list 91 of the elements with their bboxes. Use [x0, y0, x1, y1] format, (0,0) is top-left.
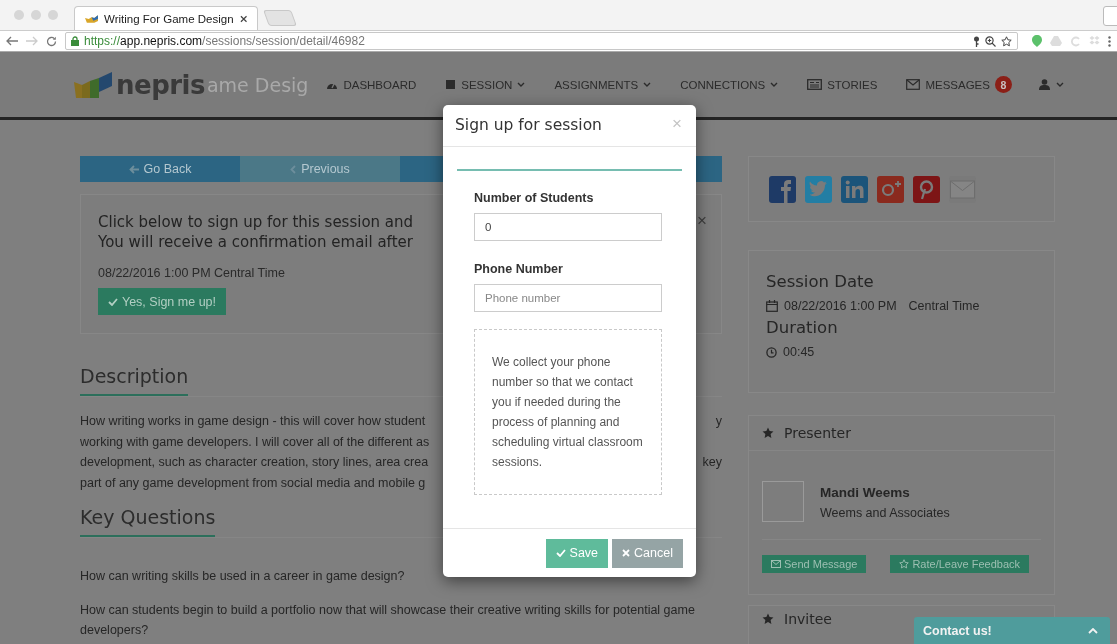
calendar-icon — [766, 300, 778, 312]
save-button[interactable]: Save — [545, 538, 609, 568]
alert-text: Click below to sign up for this session and — [98, 212, 414, 232]
avatar-placeholder — [762, 481, 804, 522]
check-icon — [107, 297, 118, 306]
card-heading: Presenter — [784, 425, 851, 441]
extension-icon[interactable] — [1032, 35, 1042, 47]
presenter-name: Mandi Weems — [820, 485, 911, 500]
arrow-left-icon — [128, 164, 139, 174]
chevron-left-icon — [290, 164, 297, 174]
cancel-button[interactable]: Cancel — [612, 538, 683, 568]
newspaper-icon — [807, 79, 823, 90]
url-text: https://app.nepris.com/sessions/session/detail/46982 — [84, 34, 366, 48]
book-icon — [445, 79, 457, 90]
field-label: Phone Number — [474, 262, 564, 276]
profile-button[interactable] — [1103, 6, 1117, 26]
presenter-organization: Weems and Associates — [820, 506, 950, 520]
close-icon — [622, 549, 631, 557]
browser-tab[interactable]: Writing For Game Design — [74, 6, 258, 30]
check-icon — [555, 549, 566, 557]
back-button[interactable]: Go Back — [80, 156, 240, 182]
input-field[interactable]: Phone number — [474, 284, 662, 312]
duration-text: 00:45 — [783, 345, 815, 359]
section-heading: Description — [80, 364, 189, 396]
date-heading: Session Date — [766, 271, 875, 293]
tab-title: Writing For Game Design — [104, 12, 234, 25]
logo-text[interactable]: nepris — [116, 69, 205, 100]
facebook-icon[interactable] — [769, 175, 796, 203]
description-text: y — [715, 413, 722, 430]
question-text: How can students begin to build a portfolio now that will showcase their creative writing skills for potential game developers? — [80, 602, 696, 639]
star-icon[interactable] — [1001, 35, 1012, 47]
star-icon — [899, 559, 910, 569]
phone-notice: We collect your phone number so that we contact you if needed during the process of planning and scheduling virtual classroom sessions. — [474, 329, 662, 495]
count-badge: 8 — [994, 76, 1012, 93]
field-label: Number of Students — [474, 191, 595, 205]
card-heading: Invitee — [784, 611, 832, 627]
section-heading: Key Questions — [80, 505, 216, 537]
nav-item[interactable]: ASSIGNMENTS — [554, 78, 652, 91]
star-icon — [762, 427, 774, 439]
nav-item[interactable]: CONNECTIONS — [680, 78, 779, 91]
description-text: part of any game development from social media and mobile g — [80, 474, 426, 492]
contact-tab[interactable]: Contact us! — [914, 617, 1110, 644]
alert-text: You will receive a confirmation email after — [98, 232, 413, 252]
menu-icon[interactable] — [1108, 35, 1111, 47]
feedback-button[interactable]: Rate/Leave Feedback — [890, 555, 1030, 573]
close-icon[interactable] — [239, 14, 247, 23]
user-icon — [1038, 79, 1050, 90]
favicon-icon — [85, 14, 99, 23]
key-icon[interactable] — [973, 35, 980, 47]
window-close-button[interactable] — [14, 10, 24, 20]
window-minimize-button[interactable] — [31, 10, 41, 20]
caret-icon — [1055, 82, 1064, 87]
new-tab-button[interactable] — [263, 10, 297, 26]
date-text: 08/22/2016 1:00 PM — [784, 299, 897, 313]
description-text: How writing works in game design - this will cover how student — [80, 413, 426, 430]
twitter-icon[interactable] — [805, 175, 832, 203]
forward-icon[interactable] — [26, 36, 38, 46]
user-menu[interactable] — [1038, 79, 1064, 90]
envelope-icon — [906, 79, 921, 90]
input-field[interactable]: 0 — [474, 213, 662, 241]
lock-icon — [71, 36, 79, 46]
send-message-button[interactable]: Send Message — [762, 555, 867, 573]
zoom-icon[interactable] — [985, 35, 996, 47]
close-button[interactable]: × — [672, 116, 682, 131]
description-text: key — [702, 454, 722, 471]
nav-item[interactable]: SESSION — [445, 78, 526, 91]
logo-icon — [74, 71, 112, 98]
google-plus-icon[interactable] — [877, 175, 904, 203]
address-bar[interactable]: https://app.nepris.com/sessions/session/detail/46982 — [65, 32, 1018, 50]
nav-item[interactable]: MESSAGES 8 — [906, 76, 1012, 93]
timezone-text: Central Time — [908, 299, 980, 313]
envelope-icon — [771, 560, 781, 568]
description-text: development, such as character creation, story lines, area crea — [80, 454, 429, 471]
previous-button[interactable]: Previous — [240, 156, 400, 182]
linkedin-icon[interactable] — [841, 175, 868, 203]
session-date: 08/22/2016 1:00 PM Central Time — [98, 266, 285, 280]
clock-icon — [766, 346, 777, 358]
dialog-title: Sign up for session — [455, 116, 602, 134]
question-text: How can writing skills be used in a career in game design? — [80, 568, 405, 585]
description-text: working with game developers. I will cover all of the different as — [80, 433, 430, 451]
caret-up-icon — [1088, 627, 1098, 634]
reload-icon[interactable] — [46, 35, 57, 47]
duration-heading: Duration — [766, 317, 839, 339]
star-icon — [762, 613, 774, 625]
close-icon[interactable]: × — [697, 211, 707, 231]
nav-item[interactable]: DASHBOARD — [326, 78, 417, 91]
sign-up-button[interactable]: Yes, Sign me up! — [98, 288, 226, 315]
nav-item[interactable]: STORIES — [807, 78, 878, 91]
pinterest-icon[interactable] — [913, 175, 940, 203]
window-maximize-button[interactable] — [48, 10, 58, 20]
back-icon[interactable] — [6, 36, 18, 46]
